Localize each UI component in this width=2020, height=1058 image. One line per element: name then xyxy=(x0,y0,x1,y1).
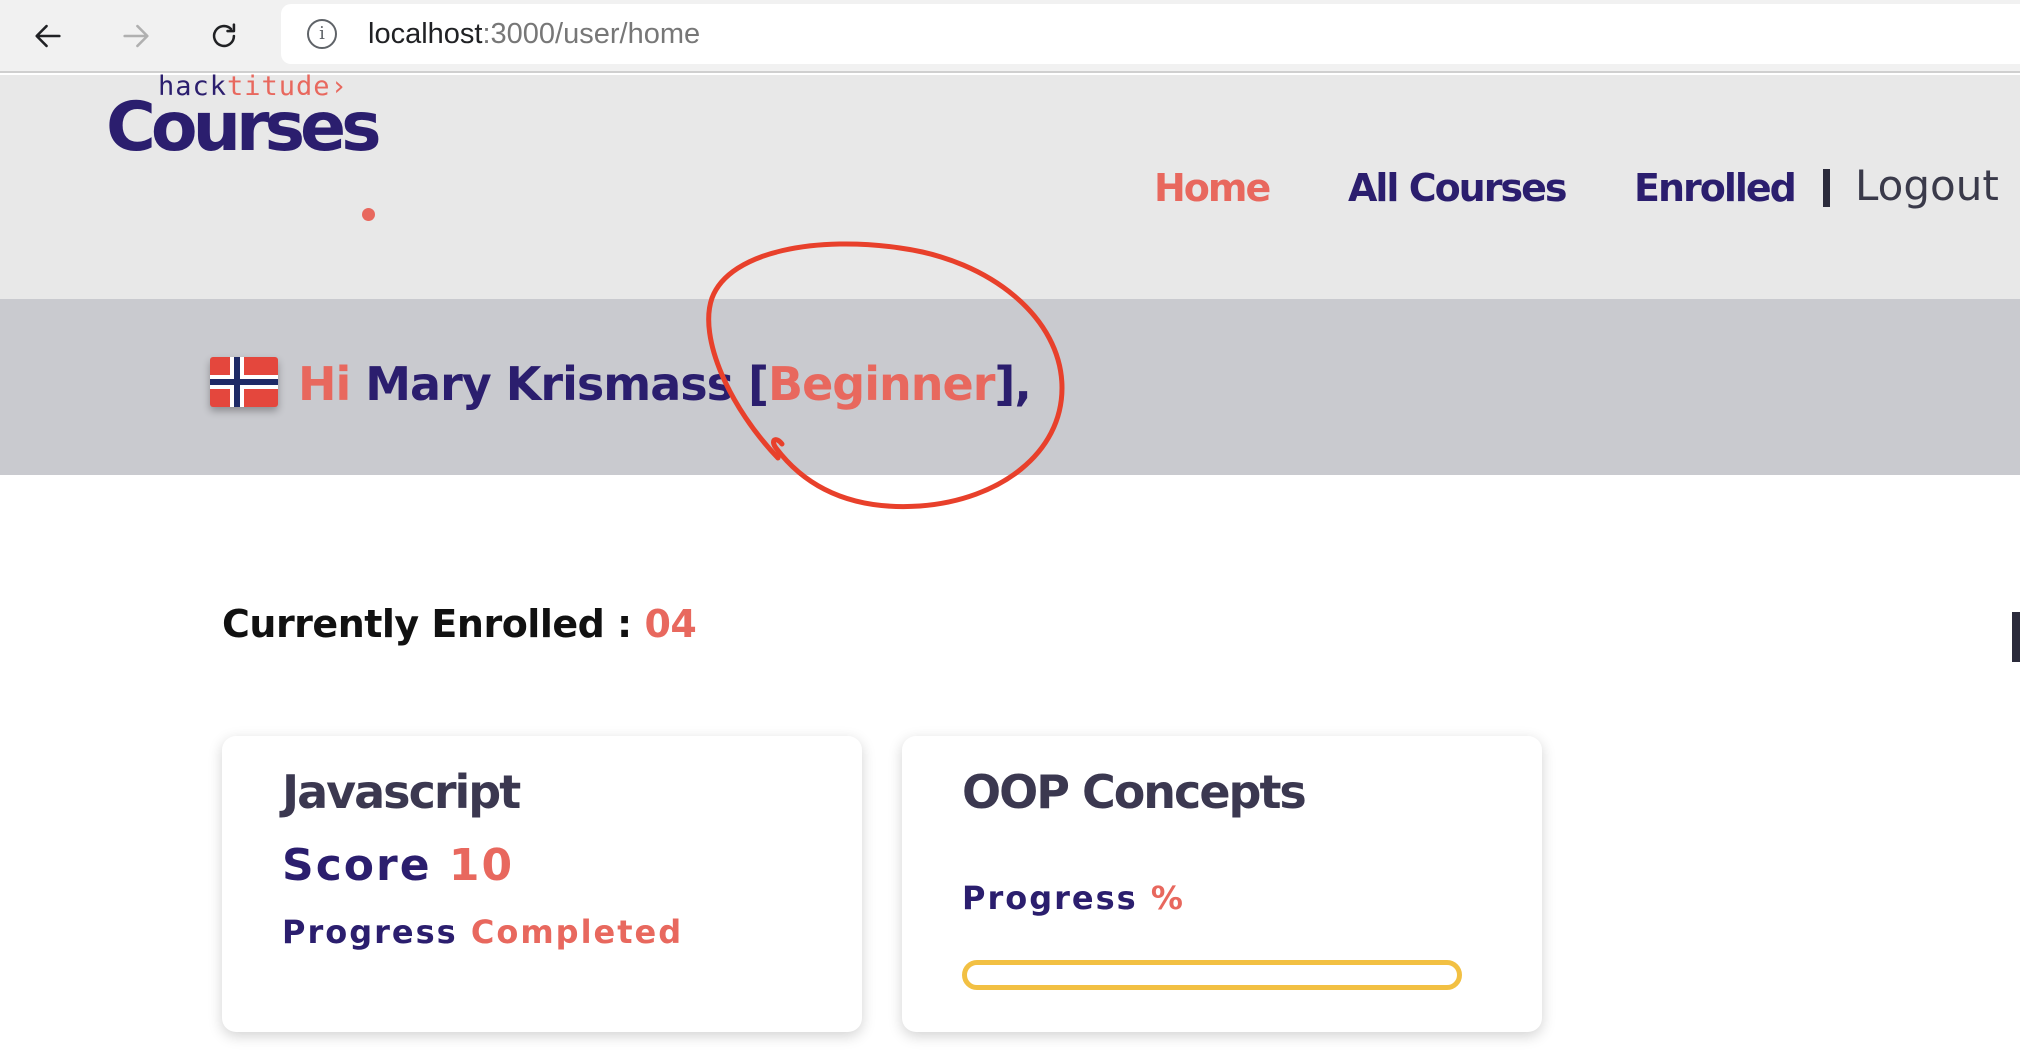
nav-enrolled-link[interactable]: Enrolled xyxy=(1634,166,1797,210)
score-value: 10 xyxy=(448,840,515,891)
user-name: Mary Krismass xyxy=(365,357,734,411)
info-icon[interactable]: i xyxy=(307,19,337,49)
course-card[interactable]: OOP Concepts Progress % xyxy=(902,736,1542,1032)
address-bar[interactable]: i localhost:3000/user/home xyxy=(281,4,2020,64)
url-host: localhost xyxy=(368,18,483,50)
forward-button[interactable] xyxy=(112,12,160,60)
score-label: Score xyxy=(282,840,432,891)
reload-icon xyxy=(212,23,236,48)
course-score: Score 10 xyxy=(282,840,514,892)
course-progress: Progress Completed xyxy=(282,912,683,952)
norway-flag-icon xyxy=(210,357,278,407)
scrollbar-thumb[interactable] xyxy=(2012,612,2020,662)
greeting-hi: Hi xyxy=(298,357,351,411)
course-title: OOP Concepts xyxy=(962,765,1307,819)
course-card[interactable]: Javascript Score 10 Progress Completed xyxy=(222,736,862,1032)
enrolled-heading: Currently Enrolled : 04 xyxy=(222,600,697,648)
back-button[interactable] xyxy=(24,12,72,60)
url-text[interactable]: localhost:3000/user/home xyxy=(368,18,700,50)
progress-value: Completed xyxy=(470,913,684,951)
logo-wordmark: Courses xyxy=(106,88,382,167)
progress-label: Progress xyxy=(282,913,458,951)
site-logo[interactable]: hacktitude› Courses xyxy=(106,72,396,167)
user-level: Beginner xyxy=(768,357,995,411)
logo-dot xyxy=(362,208,375,221)
open-bracket: [ xyxy=(748,357,769,411)
reload-button[interactable] xyxy=(200,12,248,60)
nav-all-courses-link[interactable]: All Courses xyxy=(1348,166,1567,210)
nav-logout-link[interactable]: Logout xyxy=(1855,164,1999,208)
browser-toolbar: i localhost:3000/user/home xyxy=(0,0,2020,73)
arrow-left-icon xyxy=(35,24,61,48)
nav-home-link[interactable]: Home xyxy=(1154,166,1271,210)
url-path: :3000/user/home xyxy=(482,18,701,50)
arrow-right-icon xyxy=(123,24,149,48)
progress-label: Progress xyxy=(962,879,1138,917)
nav-separator xyxy=(1823,169,1830,207)
greeting-text: Hi Mary Krismass [Beginner], xyxy=(298,356,1032,412)
course-progress: Progress % xyxy=(962,878,1185,918)
close-bracket: ], xyxy=(994,357,1031,411)
enrolled-count: 04 xyxy=(644,602,697,646)
enrolled-label: Currently Enrolled : xyxy=(222,602,632,646)
progress-value: % xyxy=(1150,879,1185,917)
progress-bar xyxy=(962,960,1462,990)
course-title: Javascript xyxy=(282,765,521,819)
